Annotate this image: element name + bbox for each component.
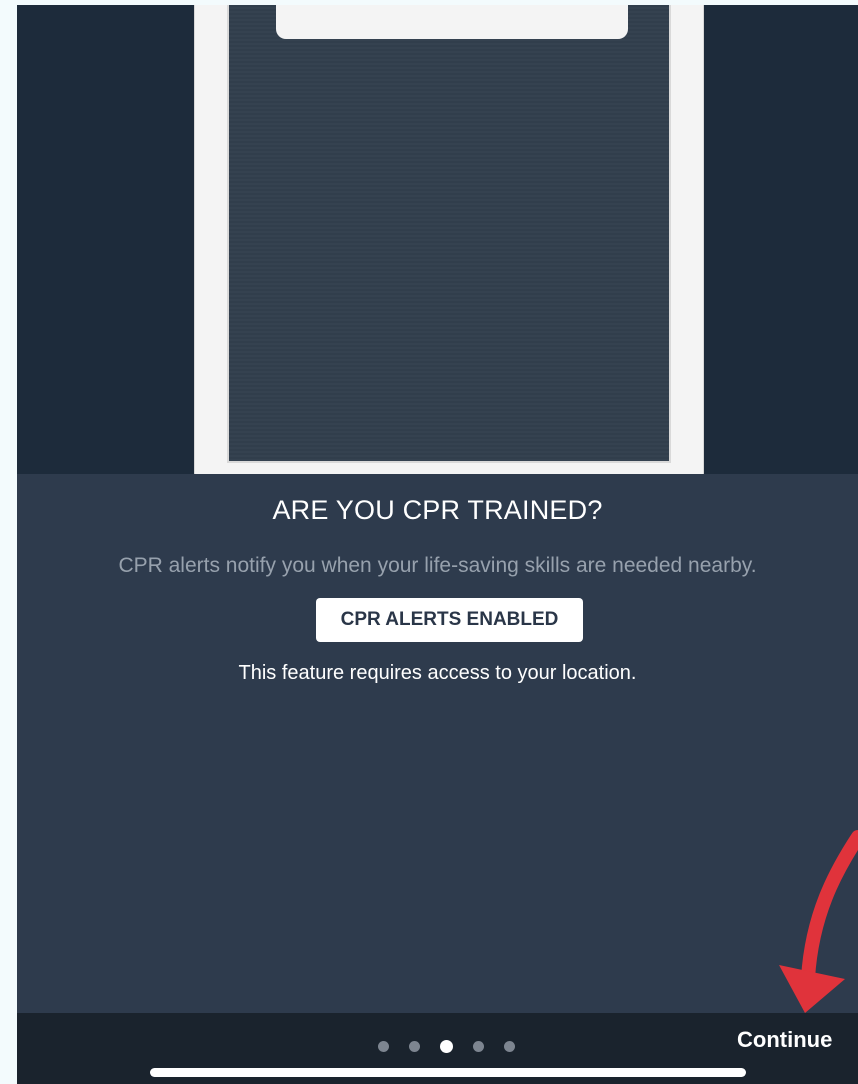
- location-requirement-note: This feature requires access to your loc…: [238, 662, 637, 684]
- onboarding-screen: ARE YOU CPR TRAINED? CPR alerts notify y…: [17, 5, 858, 1084]
- page-dot-active: [440, 1040, 453, 1053]
- phone-screen: [227, 5, 671, 463]
- page-dot: [409, 1041, 420, 1052]
- page-dot: [378, 1041, 389, 1052]
- page-dot: [504, 1041, 515, 1052]
- phone-illustration: [195, 5, 703, 474]
- annotation-arrow-icon: [779, 830, 858, 1013]
- page-subtitle: CPR alerts notify you when your life-sav…: [118, 554, 757, 577]
- home-indicator: [150, 1068, 746, 1077]
- illustration-area: [17, 5, 858, 474]
- page-title: ARE YOU CPR TRAINED?: [272, 495, 603, 525]
- continue-button[interactable]: Continue: [737, 1027, 832, 1053]
- footer-bar: Continue: [17, 1013, 858, 1084]
- cpr-alerts-enabled-button[interactable]: CPR ALERTS ENABLED: [316, 598, 583, 642]
- phone-alert-card: [276, 5, 628, 39]
- page-indicator: [378, 1040, 515, 1053]
- page-dot: [473, 1041, 484, 1052]
